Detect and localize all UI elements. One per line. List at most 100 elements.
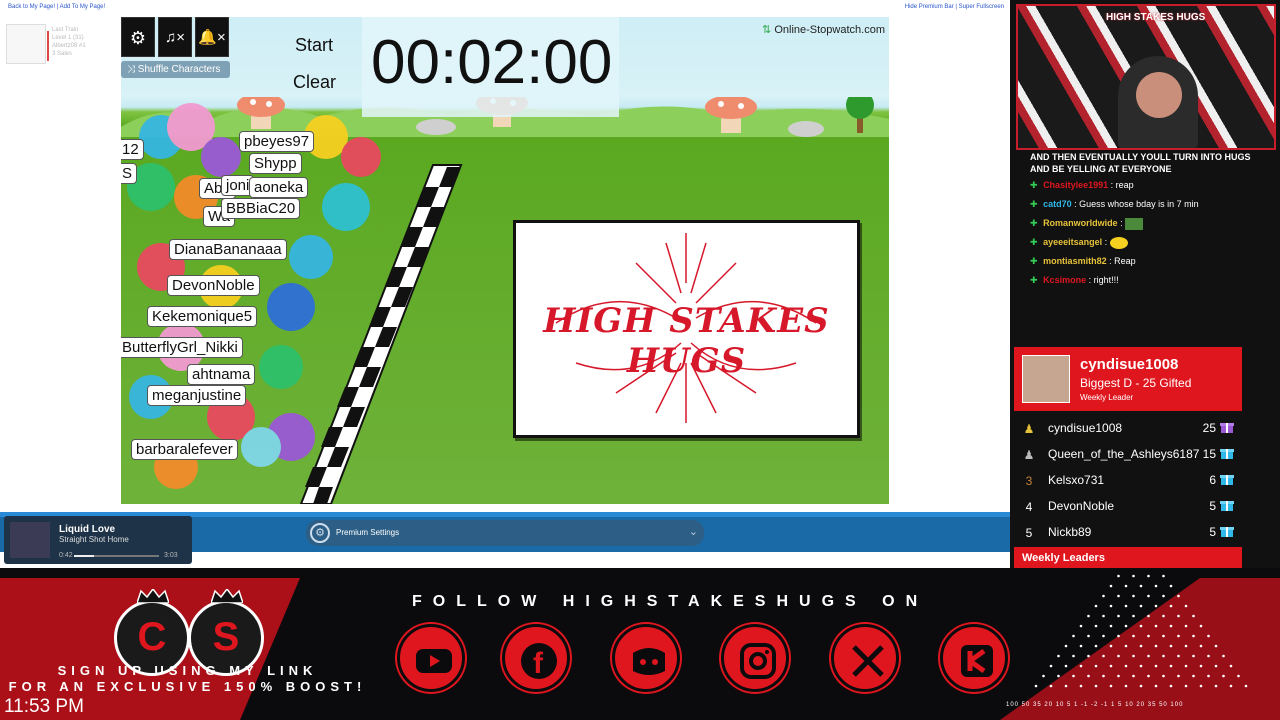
plinko-peg	[1229, 684, 1233, 688]
plinko-peg	[1102, 674, 1105, 678]
last-train-level: Level 1 (31)	[52, 35, 84, 41]
plinko-peg	[1199, 664, 1203, 668]
plinko-peg	[1139, 624, 1143, 628]
browser-window: Back to My Page! | Add To My Page! Hide …	[0, 0, 1010, 568]
plinko-peg	[1087, 614, 1090, 618]
progress-bar[interactable]	[74, 555, 159, 557]
plinko-peg	[1222, 674, 1225, 678]
plinko-peg	[1192, 634, 1195, 638]
plinko-peg	[1192, 654, 1195, 658]
svg-text:f: f	[533, 647, 544, 680]
plinko-peg	[1117, 614, 1120, 618]
premium-settings-bar[interactable]: ⚙ Premium Settings ⌄	[306, 520, 704, 546]
music-mute-icon[interactable]: ♫×	[158, 17, 192, 57]
plinko-peg	[1124, 684, 1128, 688]
plinko-peg	[1057, 654, 1060, 658]
clear-button[interactable]: Clear	[293, 72, 336, 93]
chat-username[interactable]: Romanworldwide	[1043, 218, 1118, 228]
premium-settings-label: Premium Settings	[336, 528, 400, 537]
plinko-peg	[1042, 674, 1045, 678]
chevron-down-icon[interactable]: ⌄	[689, 525, 698, 538]
plinko-peg	[1169, 604, 1173, 608]
chat-username[interactable]: Kcsimone	[1043, 275, 1086, 285]
chat-username[interactable]: ayeeeitsangel	[1043, 237, 1102, 247]
rank-badge: 4	[1025, 500, 1033, 514]
racer-tag: ButterflyGrl_Nikki	[121, 337, 243, 358]
plinko-peg	[1162, 634, 1165, 638]
plinko-peg	[1207, 634, 1210, 638]
racer-tag: barbaralefever	[131, 439, 238, 460]
album-cover	[10, 522, 50, 558]
instagram-icon[interactable]	[721, 624, 789, 692]
kick-icon[interactable]	[940, 624, 1008, 692]
plinko-peg	[1117, 594, 1120, 598]
chat-message: ✚ montiasmith82 : Reap	[1030, 255, 1262, 268]
my-page-links[interactable]: Back to My Page! | Add To My Page!	[8, 4, 105, 10]
plinko-peg	[1154, 584, 1158, 588]
plinko-peg	[1199, 684, 1203, 688]
start-button[interactable]: Start	[295, 35, 333, 56]
stopwatch-brand-link[interactable]: ⇅ Online-Stopwatch.com	[762, 23, 885, 36]
streamer-face	[1136, 72, 1182, 118]
plinko-peg	[1109, 584, 1113, 588]
brand-label: Online-Stopwatch.com	[774, 24, 885, 36]
discord-icon[interactable]	[612, 624, 680, 692]
plinko-peg	[1124, 624, 1128, 628]
youtube-icon[interactable]	[397, 624, 465, 692]
now-playing-widget[interactable]: Liquid Love Straight Shot Home 0:42 3:03	[4, 516, 192, 564]
leader-row-name: Nickb89	[1048, 525, 1092, 539]
racer-tag: 12	[121, 139, 144, 160]
plinko-peg	[1057, 674, 1060, 678]
last-train-sales: 3 Sales	[52, 51, 73, 57]
plinko-peg	[1229, 664, 1233, 668]
chat-message: AND THEN EVENTUALLY YOULL TURN INTO HUGS…	[1030, 152, 1251, 174]
plinko-peg	[1094, 604, 1098, 608]
plinko-peg	[1109, 624, 1113, 628]
webcam-overlay-text: HIGH STAKES HUGS	[1106, 12, 1206, 23]
plinko-peg	[1124, 584, 1128, 588]
leader-row-name: DevonNoble	[1048, 499, 1115, 513]
chat-message: ✚ ayeeeitsangel :	[1030, 236, 1262, 249]
leaderboard-row: 4 DevonNoble 5	[1014, 493, 1242, 519]
chat-text: : reap	[1110, 180, 1134, 190]
plinko-peg	[1147, 654, 1150, 658]
facebook-icon[interactable]: f	[502, 624, 570, 692]
plinko-peg	[1102, 654, 1105, 658]
time-current: 0:42	[59, 552, 73, 559]
plinko-peg	[1162, 574, 1165, 578]
plinko-peg	[1117, 574, 1120, 578]
chat-username[interactable]: montiasmith82	[1043, 256, 1107, 266]
plinko-peg	[1124, 664, 1128, 668]
plinko-peg	[1079, 624, 1083, 628]
plinko-peg	[1147, 594, 1150, 598]
chat-username[interactable]: catd70	[1043, 199, 1072, 209]
plinko-peg	[1117, 634, 1120, 638]
rank-3-badge: 3	[1025, 474, 1033, 488]
shuffle-characters-button[interactable]: ⤨ Shuffle Characters	[121, 61, 230, 78]
x-icon[interactable]	[831, 624, 899, 692]
gift-icon	[1220, 501, 1234, 511]
webcam-feed: HIGH STAKES HUGS	[1016, 4, 1276, 150]
plinko-peg	[1079, 644, 1083, 648]
bell-mute-icon[interactable]: 🔔×	[195, 17, 229, 57]
leaderboard-row: ♟ cyndisue1008 25	[1014, 415, 1242, 441]
chat-message: ✚ catd70 : Guess whose bday is in 7 min	[1030, 198, 1262, 211]
plinko-peg	[1132, 594, 1135, 598]
avatar	[1022, 355, 1070, 403]
premium-links[interactable]: Hide Premium Bar | Super Fullscreen	[905, 4, 1004, 10]
plinko-peg	[1094, 624, 1098, 628]
leader-row-count: 5	[1209, 525, 1216, 539]
gear-icon[interactable]: ⚙	[121, 17, 155, 57]
chat-message: ✚ Romanworldwide :	[1030, 217, 1262, 230]
plinko-peg	[1169, 664, 1173, 668]
plinko-peg	[1117, 674, 1120, 678]
signup-line-1: SIGN UP USING MY LINK	[57, 663, 318, 678]
last-train-title: Last Train	[52, 27, 79, 33]
plinko-peg	[1154, 624, 1158, 628]
plinko-peg	[1162, 674, 1165, 678]
chat-username[interactable]: Chasitylee1991	[1043, 180, 1108, 190]
plinko-peg	[1214, 644, 1218, 648]
plinko-peg	[1072, 634, 1075, 638]
plinko-peg	[1087, 634, 1090, 638]
mod-badge-icon: ✚	[1030, 199, 1038, 209]
